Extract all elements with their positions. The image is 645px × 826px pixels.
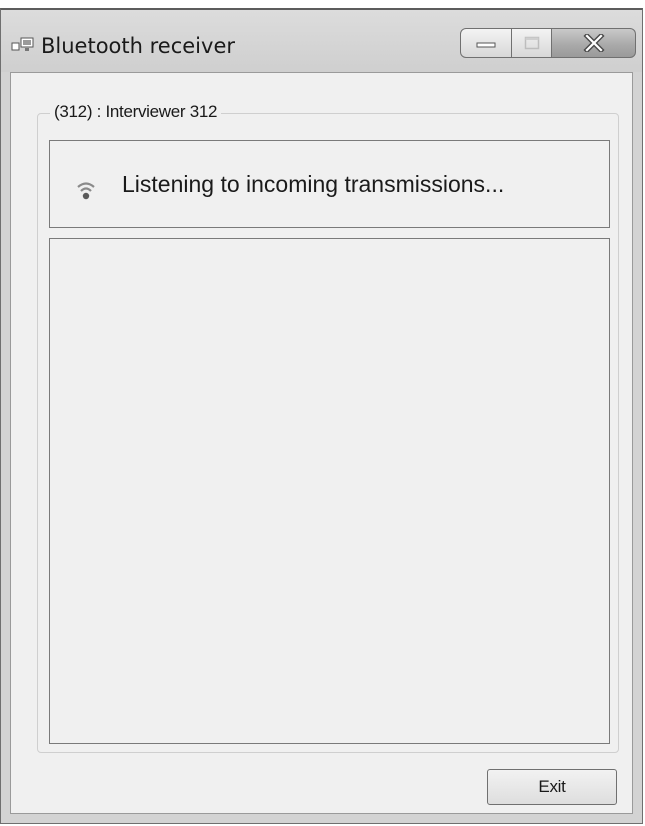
caption-buttons	[460, 28, 636, 60]
bluetooth-receiver-window: Bluetooth receiver (312): Interviewer 3…	[0, 8, 643, 824]
transmission-log-panel[interactable]	[49, 238, 610, 744]
minimize-button[interactable]	[460, 28, 512, 58]
groupbox-label: (312) : Interviewer 312	[50, 102, 222, 122]
maximize-icon	[524, 36, 539, 50]
title-bar[interactable]: Bluetooth receiver	[1, 10, 642, 72]
status-text: Listening to incoming transmissions...	[122, 171, 505, 197]
client-area: (312) : Interviewer 312 Listening to inc…	[10, 72, 633, 814]
minimize-icon	[476, 42, 496, 48]
maximize-button[interactable]	[512, 28, 552, 58]
window-title: Bluetooth receiver	[41, 34, 235, 58]
exit-button[interactable]: Exit	[487, 769, 617, 805]
status-panel: Listening to incoming transmissions...	[49, 140, 610, 228]
network-window-icon	[11, 37, 34, 51]
close-icon	[582, 34, 605, 52]
signal-icon	[77, 182, 95, 200]
close-button[interactable]	[552, 28, 636, 58]
interviewer-groupbox: (312) : Interviewer 312 Listening to inc…	[37, 102, 619, 753]
